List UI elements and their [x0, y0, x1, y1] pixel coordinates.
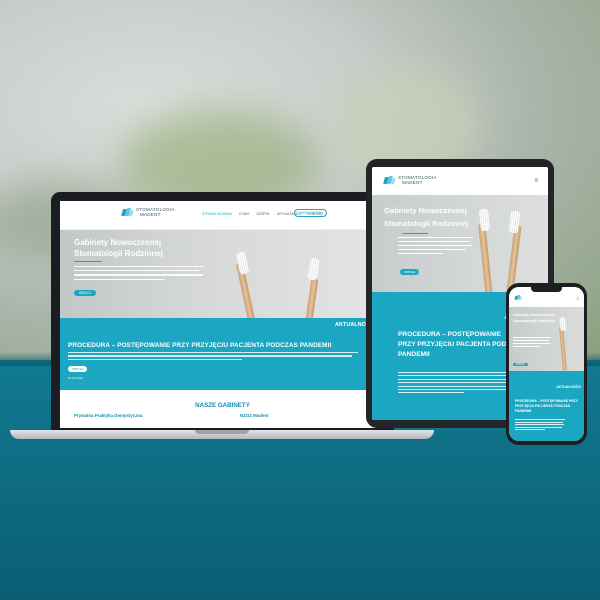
- toothbrush-handle: [478, 222, 493, 292]
- phone-notch: [531, 287, 562, 292]
- tablet-hero-paragraph: [398, 237, 473, 257]
- hero-title-line1: Gabinety Nowoczesnej: [74, 238, 162, 247]
- news-heading[interactable]: PROCEDURA – POSTĘPOWANIE PRZY PRZYJĘCIU …: [68, 342, 331, 349]
- menu-item-team[interactable]: ZESPÓŁ: [257, 212, 270, 216]
- phone-hero-title-line1: Gabinety Nowoczesnej: [513, 313, 555, 317]
- phone-hero-title-line2: Stomatologii Rodzinnej: [513, 319, 556, 323]
- toothbrush-handle: [505, 224, 522, 292]
- offices-title: NASZE GABINETY: [195, 402, 250, 409]
- phone-screen: ≡ Gabinety Nowoczesnej Stomatologii Rodz…: [509, 287, 584, 441]
- tablet-hero-title: Gabinety Nowoczesnej Stomatologii Rodzin…: [384, 204, 468, 230]
- news-paragraph: [68, 352, 358, 362]
- offices-section: NASZE GABINETY Prywatna Praktyka Dentyst…: [60, 390, 385, 428]
- laptop-screen: STOMATOLOGIA MADENT STRONA GŁÓWNA O NAS …: [60, 201, 385, 428]
- tablet-news-heading-line2: PRZY PRZYJĘCIU PACJENTA PODCZA: [398, 341, 521, 348]
- tablet-logo[interactable]: STOMATOLOGIA MADENT: [383, 175, 437, 185]
- tablet-hero-button[interactable]: WIĘCEJ: [400, 269, 420, 275]
- phone-hero-button[interactable]: WIĘCEJ: [513, 363, 529, 366]
- tablet-news-heading-line3: PANDEMII: [398, 351, 430, 358]
- menu-item-home[interactable]: STRONA GŁÓWNA: [202, 212, 232, 216]
- hero-more-button[interactable]: WIĘCEJ: [74, 290, 97, 296]
- tablet-news-heading-line1: PROCEDURA – POSTĘPOWANIE: [398, 331, 502, 338]
- hero-paragraph: [74, 266, 204, 304]
- news-date: 01.06.2020: [68, 376, 84, 380]
- logo-line2: MADENT: [140, 212, 161, 217]
- mockup-scene: STOMATOLOGIA MADENT STRONA GŁÓWNA O NAS …: [0, 0, 600, 600]
- phone-hero-paragraph: [513, 337, 551, 349]
- phone-news-paragraph: [515, 419, 565, 432]
- tooth-logo-icon: [121, 207, 134, 217]
- tablet-logo-text: STOMATOLOGIA MADENT: [398, 175, 437, 185]
- hero-underline: [74, 261, 102, 262]
- toothbrush-bristles: [307, 257, 320, 281]
- tooth-logo-icon: [383, 175, 396, 185]
- tablet-hero-underline: [402, 233, 428, 234]
- phone-hero-title: Gabinety Nowoczesnej Stomatologii Rodzin…: [513, 312, 555, 324]
- office-name-2[interactable]: NZOZ Madent: [240, 413, 269, 418]
- laptop-notch: [195, 430, 249, 434]
- tablet-navigation: STOMATOLOGIA MADENT ≡: [372, 167, 548, 195]
- top-navigation: STOMATOLOGIA MADENT STRONA GŁÓWNA O NAS …: [60, 201, 385, 230]
- toothbrush-bristles: [478, 208, 491, 232]
- tablet-logo-line2: MADENT: [402, 180, 423, 185]
- phone-hero: Gabinety Nowoczesnej Stomatologii Rodzin…: [509, 307, 584, 371]
- toothbrush-handle: [559, 326, 567, 371]
- office-name-1[interactable]: Prywatna Praktyka Dentystyczna: [74, 413, 143, 418]
- menu-item-about[interactable]: O NAS: [239, 212, 250, 216]
- tablet-hero-title-line1: Gabinety Nowoczesnej: [384, 206, 467, 215]
- tablet-hero-title-line2: Stomatologii Rodzinnej: [384, 219, 469, 228]
- website-desktop: STOMATOLOGIA MADENT STRONA GŁÓWNA O NAS …: [60, 201, 385, 428]
- logo-text: STOMATOLOGIA MADENT: [136, 207, 175, 217]
- news-more-button[interactable]: WIĘCEJ: [68, 366, 88, 372]
- toothbrush-handle: [304, 277, 319, 318]
- tooth-logo-icon: [514, 295, 523, 300]
- phone-news-section: AKTUALNOŚCI PROCEDURA – POSTĘPOWANIE PRZ…: [509, 371, 584, 441]
- toothbrush-bristles: [559, 316, 567, 332]
- phone-news-heading[interactable]: PROCEDURA – POSTĘPOWANIE PRZY PRZYJĘCIU …: [515, 399, 579, 414]
- phone-news-title: AKTUALNOŚCI: [556, 385, 581, 389]
- hero-title: Gabinety Nowoczesnej Stomatologii Rodzin…: [74, 237, 163, 259]
- tablet-hero: Gabinety Nowoczesnej Stomatologii Rodzin…: [372, 195, 548, 292]
- book-visit-button[interactable]: UMÓW WIZYTĘ: [294, 209, 328, 217]
- phone-logo[interactable]: [514, 295, 526, 304]
- hero-section: Gabinety Nowoczesnej Stomatologii Rodzin…: [60, 230, 385, 318]
- hero-title-line2: Stomatologii Rodzinnej: [74, 249, 163, 258]
- hamburger-icon[interactable]: ≡: [577, 296, 579, 301]
- site-logo[interactable]: STOMATOLOGIA MADENT: [121, 207, 175, 217]
- hamburger-icon[interactable]: ≡: [534, 178, 538, 184]
- tablet-news-paragraph: [398, 372, 518, 396]
- news-section: AKTUALNOŚCI PROCEDURA – POSTĘPOWANIE PRZ…: [60, 318, 385, 390]
